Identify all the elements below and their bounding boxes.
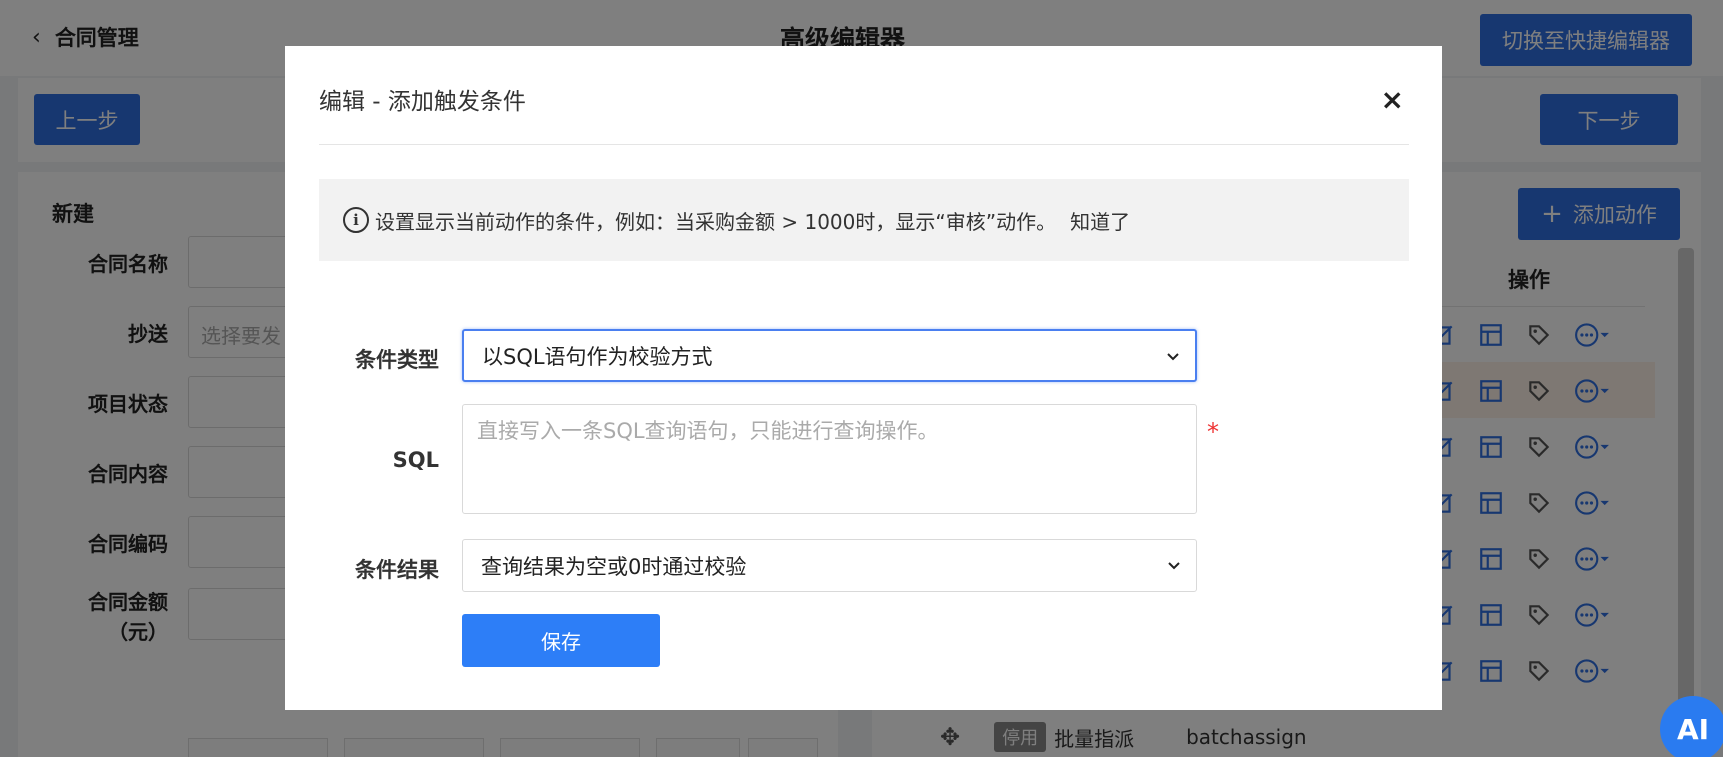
- condition-result-label: 条件结果: [355, 558, 439, 582]
- info-text: 设置显示当前动作的条件，例如：当采购金额 > 1000时，显示“审核”动作。: [375, 209, 1057, 234]
- dialog-title: 编辑 - 添加触发条件: [319, 89, 526, 115]
- condition-type-select[interactable]: 以SQL语句作为校验方式: [462, 329, 1197, 382]
- condition-result-select[interactable]: 查询结果为空或0时通过校验: [462, 539, 1197, 592]
- info-icon: i: [343, 207, 369, 233]
- info-banner: i 设置显示当前动作的条件，例如：当采购金额 > 1000时，显示“审核”动作。…: [319, 179, 1409, 261]
- chevron-down-icon: [1167, 353, 1179, 361]
- required-marker: *: [1207, 418, 1219, 446]
- sql-textarea[interactable]: [462, 404, 1197, 514]
- condition-type-value: 以SQL语句作为校验方式: [482, 344, 713, 369]
- save-button[interactable]: 保存: [462, 614, 660, 667]
- close-icon[interactable]: ×: [1381, 86, 1404, 114]
- info-dismiss-link[interactable]: 知道了: [1070, 206, 1130, 235]
- chevron-down-icon: [1168, 562, 1180, 570]
- dialog-divider: [319, 144, 1409, 145]
- edit-trigger-condition-dialog: 编辑 - 添加触发条件 × i 设置显示当前动作的条件，例如：当采购金额 > 1…: [285, 46, 1442, 710]
- ai-assistant-button[interactable]: AI: [1660, 696, 1723, 757]
- sql-label: SQL: [392, 448, 439, 472]
- condition-result-value: 查询结果为空或0时通过校验: [481, 554, 747, 579]
- condition-type-label: 条件类型: [355, 348, 439, 372]
